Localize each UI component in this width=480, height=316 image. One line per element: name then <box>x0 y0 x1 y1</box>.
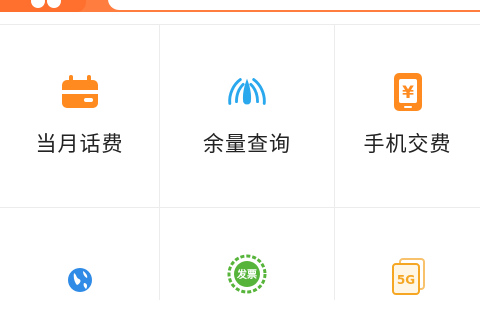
service-label: 手机交费 <box>363 132 452 156</box>
service-label: 余量查询 <box>203 132 291 156</box>
grid-divider <box>0 24 480 25</box>
service-item[interactable]: 5G <box>335 254 480 312</box>
5g-card-text: 5G <box>396 273 414 287</box>
service-grid: 当月话费 余量查询 ¥ 手机交费 发票 5G <box>0 24 480 300</box>
service-label: 当月话费 <box>35 132 124 156</box>
service-balance-query[interactable]: 余量查询 <box>160 70 334 158</box>
search-input[interactable] <box>108 0 480 10</box>
invoice-badge-text: 发票 <box>236 268 257 281</box>
wallet-card-icon <box>58 70 102 114</box>
service-phone-payment[interactable]: ¥ 手机交费 <box>335 70 480 158</box>
service-item[interactable]: 发票 <box>160 252 334 310</box>
signal-gauge-icon <box>225 70 269 114</box>
svg-text:¥: ¥ <box>402 83 414 103</box>
grid-divider <box>0 207 480 208</box>
5g-card-icon: 5G <box>386 254 430 298</box>
service-current-bill[interactable]: 当月话费 <box>0 70 159 158</box>
phone-yen-icon: ¥ <box>386 70 430 114</box>
service-item[interactable] <box>0 258 159 316</box>
app-logo <box>0 0 86 12</box>
globe-icon <box>58 258 102 302</box>
top-header-bar <box>0 0 480 12</box>
invoice-badge-icon: 发票 <box>225 252 269 296</box>
